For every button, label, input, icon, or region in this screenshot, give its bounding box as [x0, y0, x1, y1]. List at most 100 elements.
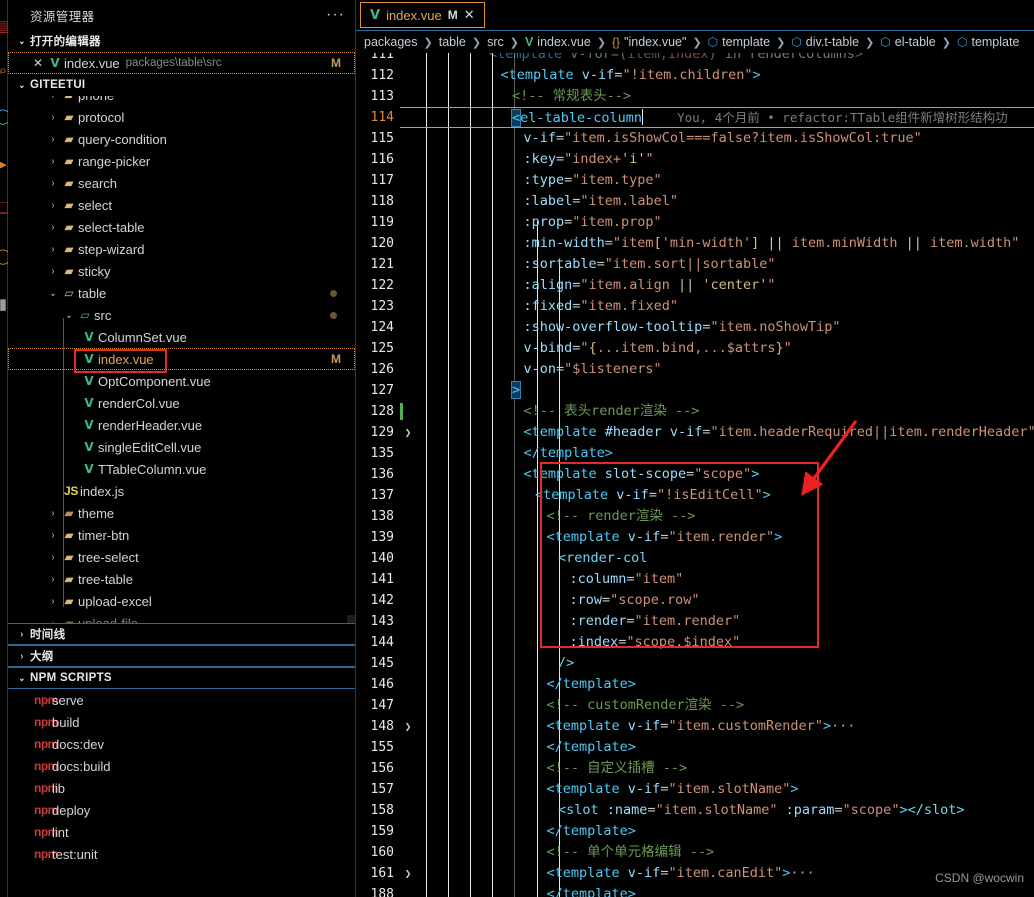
code-text: v-bind="{...item.bind,...$attrs}" — [523, 340, 792, 356]
code-line[interactable]: 143:render="item.render" — [356, 611, 1034, 632]
tree-item-upload-excel[interactable]: › ▰ upload-excel — [8, 590, 355, 612]
tree-item-step-wizard[interactable]: › ▰ step-wizard — [8, 238, 355, 260]
code-line[interactable]: 138 <!-- render渲染 --> — [356, 506, 1034, 527]
code-line[interactable]: 148 ❯ <template v-if="item.customRender">·… — [356, 716, 1034, 737]
code-line[interactable]: 136 <template slot-scope="scope"> — [356, 464, 1034, 485]
code-line[interactable]: 139 <template v-if="item.render"> — [356, 527, 1034, 548]
close-icon[interactable]: ✕ — [464, 7, 475, 23]
code-line[interactable]: 127 > — [356, 380, 1034, 401]
code-line[interactable]: 155 </template> — [356, 737, 1034, 758]
code-line[interactable]: 140 <render-col — [356, 548, 1034, 569]
fold-collapsed-icon[interactable]: ❯ — [400, 422, 416, 443]
code-line[interactable]: 121:sortable="item.sort||sortable" — [356, 254, 1034, 275]
code-line[interactable]: 145 /> — [356, 653, 1034, 674]
tree-item-select[interactable]: › ▰ select — [8, 194, 355, 216]
tree-item-index-vue[interactable]: V index.vue M — [8, 348, 355, 370]
outline-section-header[interactable]: › 大纲 — [8, 645, 355, 667]
code-line[interactable]: 126 v-on="$listeners" — [356, 359, 1034, 380]
tab-index-vue[interactable]: V index.vue M ✕ — [360, 2, 485, 28]
code-line[interactable]: 124:show-overflow-tooltip="item.noShowTi… — [356, 317, 1034, 338]
code-editor[interactable]: 111 <template v-for=(item,index) in rende… — [356, 53, 1034, 897]
close-icon[interactable]: ✕ — [30, 56, 46, 70]
code-line[interactable]: 157 <template v-if="item.slotName"> — [356, 779, 1034, 800]
tree-item-phone[interactable]: › ▰ phone — [8, 96, 355, 106]
npm-script-deploy[interactable]: npm deploy — [8, 799, 355, 821]
code-line[interactable]: 118:label="item.label" — [356, 191, 1034, 212]
tree-item-range-picker[interactable]: › ▰ range-picker — [8, 150, 355, 172]
code-line[interactable]: 123:fixed="item.fixed" — [356, 296, 1034, 317]
npm-script-test-unit[interactable]: npm test:unit — [8, 843, 355, 865]
code-line[interactable]: 135 </template> — [356, 443, 1034, 464]
tree-item-protocol[interactable]: › ▰ protocol — [8, 106, 355, 128]
tree-item-singleeditcell-vue[interactable]: V singleEditCell.vue — [8, 436, 355, 458]
tree-item-timer-btn[interactable]: › ▰ timer-btn — [8, 524, 355, 546]
code-line[interactable]: 142:row="scope.row" — [356, 590, 1034, 611]
code-line[interactable]: 158 <slot :name="item.slotName" :param="s… — [356, 800, 1034, 821]
code-line[interactable]: 115 v-if="item.isShowCol===false?item.isS… — [356, 128, 1034, 149]
sidebar-scrollbar[interactable] — [347, 615, 355, 623]
code-line[interactable]: 129 ❯ <template #header v-if="item.headerR… — [356, 422, 1034, 443]
npm-scripts-section-header[interactable]: ⌄ NPM SCRIPTS — [8, 667, 355, 689]
tree-item-theme[interactable]: › ▰ theme — [8, 502, 355, 524]
code-line[interactable]: 113 <!-- 常规表头--> — [356, 86, 1034, 107]
open-editor-item-index-vue[interactable]: ✕ V index.vue packages\table\src M — [8, 52, 355, 74]
tree-item-search[interactable]: › ▰ search — [8, 172, 355, 194]
tree-item-table[interactable]: ⌄ ▱ table — [8, 282, 355, 304]
code-line[interactable]: 188 </template> — [356, 884, 1034, 897]
tree-item-index-js[interactable]: JS index.js — [8, 480, 355, 502]
tree-item-ttablecolumn-vue[interactable]: V TTableColumn.vue — [8, 458, 355, 480]
tree-item-optcomponent-vue[interactable]: V OptComponent.vue — [8, 370, 355, 392]
fold-collapsed-icon[interactable]: ❯ — [400, 863, 416, 884]
code-line[interactable]: 119:prop="item.prop" — [356, 212, 1034, 233]
tree-item-upload-file[interactable]: › ▰ upload-file — [8, 612, 355, 624]
tree-item-tree-select[interactable]: › ▰ tree-select — [8, 546, 355, 568]
code-line[interactable]: 156 <!-- 自定义插槽 --> — [356, 758, 1034, 779]
npm-script-lib[interactable]: npm lib — [8, 777, 355, 799]
timeline-section-header[interactable]: › 时间线 — [8, 623, 355, 645]
npm-script-lint[interactable]: npm lint — [8, 821, 355, 843]
code-line[interactable]: 120:min-width="item['min-width'] || item… — [356, 233, 1034, 254]
npm-script-serve[interactable]: npm serve — [8, 689, 355, 711]
code-line[interactable]: 116:key="index+'i'" — [356, 149, 1034, 170]
breadcrumb-item-src[interactable]: src — [487, 35, 504, 49]
tree-item-src[interactable]: ⌄ ▱ src — [8, 304, 355, 326]
tree-item-rendercol-vue[interactable]: V renderCol.vue — [8, 392, 355, 414]
code-line[interactable]: 128 <!-- 表头render渲染 --> — [356, 401, 1034, 422]
code-line[interactable]: 159 </template> — [356, 821, 1034, 842]
code-line[interactable]: 122:align="item.align || 'center'" — [356, 275, 1034, 296]
code-line[interactable]: 117:type="item.type" — [356, 170, 1034, 191]
fold-collapsed-icon[interactable]: ❯ — [400, 716, 416, 737]
breadcrumb-item-el-table[interactable]: ⬡ el-table — [880, 35, 935, 49]
breadcrumb-item-packages[interactable]: packages — [364, 35, 418, 49]
open-editors-section-header[interactable]: ⌄ 打开的编辑器 — [8, 30, 355, 52]
project-section-header[interactable]: ⌄ GITEETUI — [8, 74, 355, 96]
code-line[interactable]: 160 <!-- 单个单元格编辑 --> — [356, 842, 1034, 863]
code-line[interactable]: 112 <template v-if="!item.children"> — [356, 65, 1034, 86]
code-line[interactable]: 111 <template v-for=(item,index) in rende… — [356, 53, 1034, 65]
code-line[interactable]: 114 <el-table-column You, 4个月前 • refactor:… — [356, 107, 1034, 128]
breadcrumb-item-template[interactable]: ⬡ template — [708, 35, 770, 49]
chevron-right-icon: › — [51, 595, 55, 607]
breadcrumb-item-index-vue[interactable]: Vindex.vue — [525, 35, 591, 49]
breadcrumb-item-div-t-table[interactable]: ⬡ div.t-table — [791, 35, 859, 49]
code-line[interactable]: 146 </template> — [356, 674, 1034, 695]
breadcrumb-item-table[interactable]: table — [439, 35, 466, 49]
breadcrumb-item-symbol-index-vue[interactable]: {} "index.vue" — [612, 35, 686, 49]
npm-script-docs-build[interactable]: npm docs:build — [8, 755, 355, 777]
code-line[interactable]: 144:index="scope.$index" — [356, 632, 1034, 653]
tree-item-tree-table[interactable]: › ▰ tree-table — [8, 568, 355, 590]
code-line[interactable]: 147 <!-- customRender渲染 --> — [356, 695, 1034, 716]
code-line[interactable]: 137 <template v-if="!isEditCell"> — [356, 485, 1034, 506]
code-line[interactable]: 125 v-bind="{...item.bind,...$attrs}" — [356, 338, 1034, 359]
tree-item-columnset-vue[interactable]: V ColumnSet.vue — [8, 326, 355, 348]
tree-item-sticky[interactable]: › ▰ sticky — [8, 260, 355, 282]
tree-item-renderheader-vue[interactable]: V renderHeader.vue — [8, 414, 355, 436]
tree-item-select-table[interactable]: › ▰ select-table — [8, 216, 355, 238]
tree-item-query-condition[interactable]: › ▰ query-condition — [8, 128, 355, 150]
breadcrumb-item-template-2[interactable]: ⬡ template — [957, 35, 1019, 49]
code-line[interactable]: 141:column="item" — [356, 569, 1034, 590]
code-line[interactable]: 161 ❯ <template v-if="item.canEdit">··· — [356, 863, 1034, 884]
more-actions-icon[interactable]: ··· — [326, 7, 345, 23]
npm-script-docs-dev[interactable]: npm docs:dev — [8, 733, 355, 755]
npm-script-build[interactable]: npm build — [8, 711, 355, 733]
